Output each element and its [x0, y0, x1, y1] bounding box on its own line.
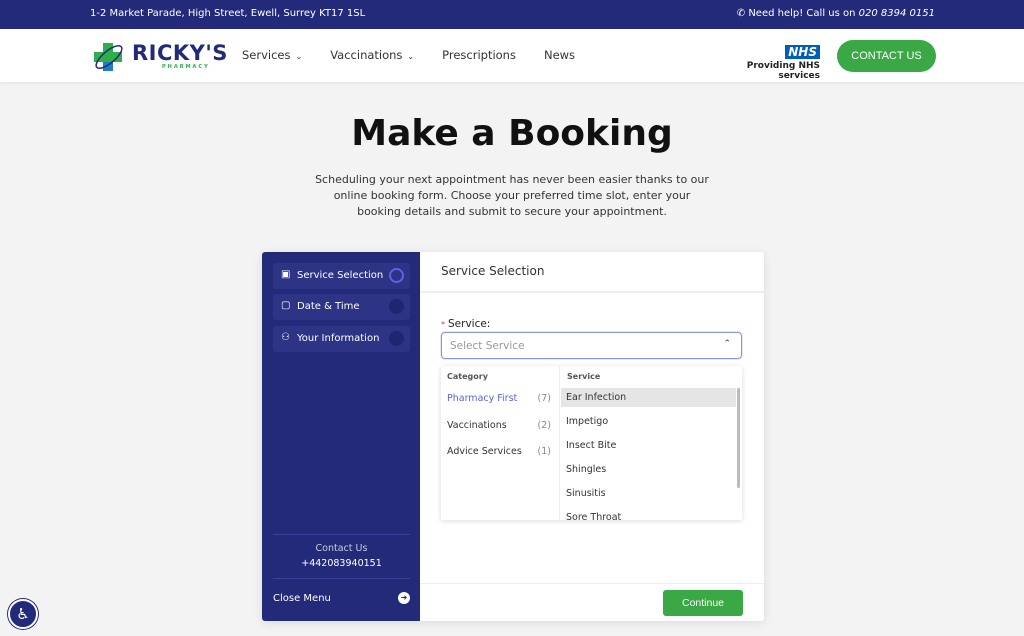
service-column: Service Ear Infection Impetigo Insect Bi… — [561, 366, 742, 520]
nav-news[interactable]: News — [544, 48, 575, 62]
calendar-icon: ▣ — [281, 269, 291, 280]
divider — [420, 583, 764, 584]
category-column: Category Pharmacy First (7) Vaccinations(… — [441, 366, 560, 520]
steps-sidebar: ▣ Service Selection ▢ Date & Time ⚇ Your In… — [262, 252, 420, 621]
help-phone[interactable]: 020 8394 0151 — [859, 8, 935, 19]
page-title: Make a Booking — [351, 113, 673, 154]
calendar-clock-icon: ▢ — [281, 300, 291, 311]
nav-services[interactable]: Services ⌄ — [242, 48, 302, 62]
logo-cross-icon — [94, 43, 123, 71]
service-option[interactable]: Sinusitis — [561, 484, 736, 503]
service-select[interactable]: Select Service ⌃ — [441, 332, 742, 359]
step-your-information[interactable]: ⚇ Your Information — [273, 326, 410, 352]
address: 1-2 Market Parade, High Street, Ewell, S… — [90, 8, 366, 19]
step-indicator — [389, 299, 404, 314]
close-menu-button[interactable]: Close Menu ➜ — [273, 578, 410, 604]
sidebar-contact: Contact Us +442083940151 — [273, 534, 410, 569]
booking-form: ▣ Service Selection ▢ Date & Time ⚇ Your In… — [262, 252, 764, 621]
service-option[interactable]: Impetigo — [561, 412, 736, 431]
continue-button[interactable]: Continue — [663, 590, 743, 616]
category-item[interactable]: Advice Services (1) — [447, 446, 551, 457]
service-option[interactable]: Ear Infection — [561, 388, 736, 407]
step-content: Service Selection * Service: Select Servi… — [420, 252, 764, 621]
phone-icon: ✆ — [736, 8, 749, 19]
contact-phone[interactable]: +442083940151 — [273, 558, 410, 569]
nhs-badge: NHS Providing NHS services — [746, 45, 820, 81]
category-item[interactable]: Vaccinations (2) — [447, 420, 551, 431]
chevron-down-icon: ⌄ — [407, 52, 415, 61]
step-service-selection[interactable]: ▣ Service Selection — [273, 263, 410, 289]
intro-text: Scheduling your next appointment has nev… — [315, 173, 709, 218]
service-option[interactable]: Shingles — [561, 460, 736, 479]
service-label: * Service: — [441, 318, 491, 330]
site-header: RICKY'S PHARMACY Services ⌄ Vaccinations ⌄… — [0, 29, 1024, 82]
chevron-up-icon: ⌃ — [723, 339, 731, 349]
main-nav: Services ⌄ Vaccinations ⌄ Prescriptions Ne… — [242, 48, 575, 62]
accessibility-icon[interactable]: ♿ — [8, 599, 38, 629]
logo[interactable]: RICKY'S PHARMACY — [90, 39, 227, 73]
top-bar: 1-2 Market Parade, High Street, Ewell, S… — [0, 0, 1024, 29]
contact-us-button[interactable]: CONTACT US — [837, 40, 936, 72]
scrollbar[interactable] — [737, 388, 740, 488]
step-indicator — [389, 331, 404, 346]
section-title: Service Selection — [441, 264, 545, 278]
help-line[interactable]: ✆ Need help! Call us on 020 8394 0151 — [737, 8, 935, 19]
divider — [420, 291, 764, 293]
category-item[interactable]: Pharmacy First (7) — [447, 393, 551, 404]
service-option[interactable]: Insect Bite — [561, 436, 736, 455]
service-dropdown: Category Pharmacy First (7) Vaccinations(… — [441, 366, 742, 520]
arrow-right-icon: ➜ — [398, 592, 410, 604]
step-date-time[interactable]: ▢ Date & Time — [273, 294, 410, 320]
service-option[interactable]: Sore Throat — [561, 508, 736, 520]
chevron-down-icon: ⌄ — [295, 52, 303, 61]
user-icon: ⚇ — [281, 332, 290, 343]
nav-vaccinations[interactable]: Vaccinations ⌄ — [330, 48, 414, 62]
nav-prescriptions[interactable]: Prescriptions — [442, 48, 516, 62]
step-indicator — [389, 268, 404, 283]
